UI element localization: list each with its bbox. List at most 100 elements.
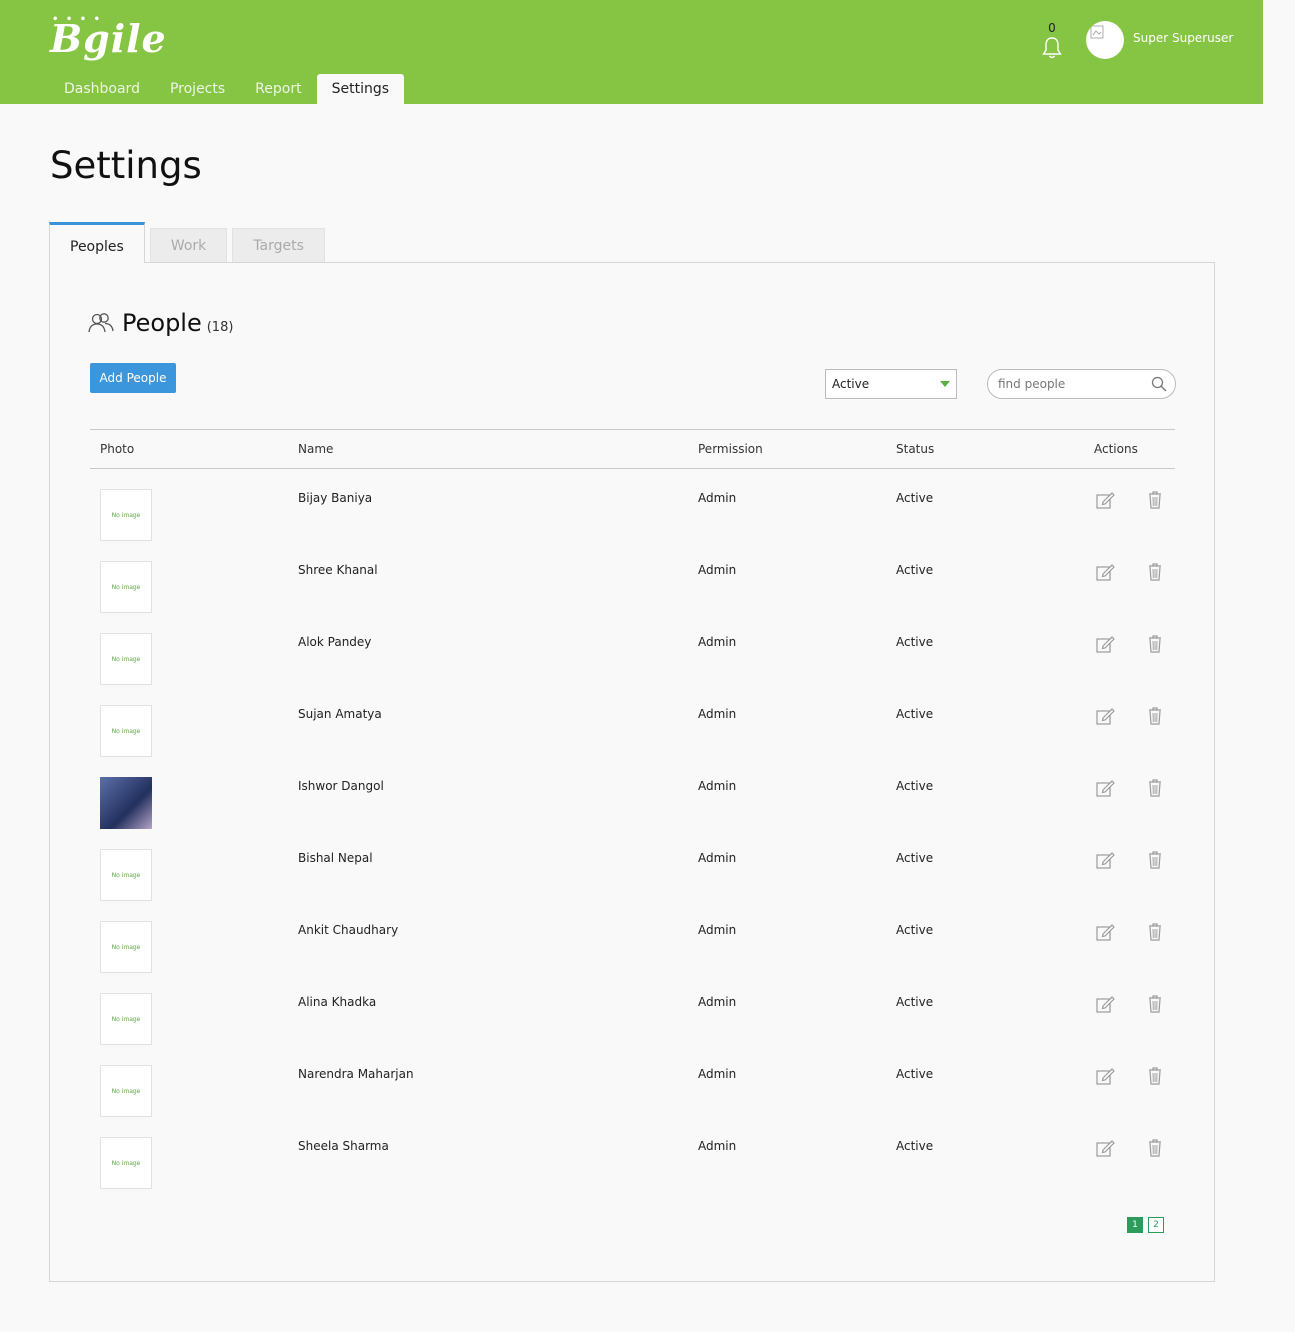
people-title: People	[122, 309, 202, 337]
person-name: Sujan Amatya	[298, 707, 382, 721]
user-photo: No image	[100, 705, 152, 757]
no-image-text: No image	[111, 943, 141, 951]
person-permission: Admin	[698, 491, 737, 505]
edit-icon[interactable]	[1094, 1065, 1116, 1087]
nav-tab-projects[interactable]: Projects	[155, 74, 240, 104]
add-people-button[interactable]: Add People	[90, 363, 176, 393]
trash-icon[interactable]	[1144, 1137, 1166, 1159]
table-row: Ishwor Dangol Admin Active	[90, 757, 1175, 829]
search-box[interactable]	[987, 369, 1176, 399]
col-photo: Photo	[100, 442, 135, 456]
search-icon[interactable]	[1151, 376, 1167, 392]
table-row: No image Ankit Chaudhary Admin Active	[90, 901, 1175, 973]
no-image-text: No image	[111, 1159, 141, 1167]
trash-icon[interactable]	[1144, 777, 1166, 799]
trash-icon[interactable]	[1144, 921, 1166, 943]
person-permission: Admin	[698, 707, 737, 721]
user-photo: No image	[100, 1137, 152, 1189]
people-panel: People (18) Add People Active Photo Name…	[49, 262, 1215, 1282]
edit-icon[interactable]	[1094, 633, 1116, 655]
no-image-text: No image	[111, 1015, 141, 1023]
person-status: Active	[896, 923, 934, 937]
edit-icon[interactable]	[1094, 777, 1116, 799]
edit-icon[interactable]	[1094, 849, 1116, 871]
edit-icon[interactable]	[1094, 705, 1116, 727]
page-1[interactable]: 1	[1127, 1217, 1143, 1233]
person-name: Ishwor Dangol	[298, 779, 384, 793]
no-image-text: No image	[111, 583, 141, 591]
tab-peoples[interactable]: Peoples	[49, 222, 145, 263]
no-image-text: No image	[111, 1087, 141, 1095]
col-name: Name	[298, 442, 334, 456]
person-name: Sheela Sharma	[298, 1139, 389, 1153]
table-row: No image Bijay Baniya Admin Active	[90, 469, 1175, 541]
person-permission: Admin	[698, 923, 737, 937]
user-photo: No image	[100, 921, 152, 973]
user-photo: No image	[100, 849, 152, 901]
user-photo: No image	[100, 993, 152, 1045]
tab-targets[interactable]: Targets	[232, 228, 325, 262]
person-name: Bijay Baniya	[298, 491, 373, 505]
table-row: No image Sujan Amatya Admin Active	[90, 685, 1175, 757]
person-status: Active	[896, 1139, 934, 1153]
col-permission: Permission	[698, 442, 763, 456]
notification-count: 0	[1048, 21, 1056, 35]
user-photo: No image	[100, 561, 152, 613]
table-row: No image Shree Khanal Admin Active	[90, 541, 1175, 613]
people-table: Photo Name Permission Status Actions No …	[90, 429, 1175, 1189]
user-photo	[100, 777, 152, 829]
person-permission: Admin	[698, 779, 737, 793]
person-status: Active	[896, 707, 934, 721]
person-name: Shree Khanal	[298, 563, 378, 577]
person-status: Active	[896, 1067, 934, 1081]
person-name: Bishal Nepal	[298, 851, 373, 865]
edit-icon[interactable]	[1094, 561, 1116, 583]
nav-tab-settings[interactable]: Settings	[316, 74, 405, 104]
col-status: Status	[896, 442, 935, 456]
trash-icon[interactable]	[1144, 1065, 1166, 1087]
person-status: Active	[896, 851, 934, 865]
person-permission: Admin	[698, 1067, 737, 1081]
user-name[interactable]: Super Superuser	[1133, 31, 1233, 45]
settings-tabs: Peoples Work Targets	[49, 222, 325, 263]
trash-icon[interactable]	[1144, 561, 1166, 583]
people-icon	[88, 313, 114, 333]
person-status: Active	[896, 491, 934, 505]
table-row: No image Narendra Maharjan Admin Active	[90, 1045, 1175, 1117]
tab-work[interactable]: Work	[149, 228, 228, 262]
broken-image-icon	[1090, 25, 1104, 39]
table-row: No image Alok Pandey Admin Active	[90, 613, 1175, 685]
search-input[interactable]	[996, 376, 1150, 392]
pagination: 1 2	[1127, 1217, 1164, 1233]
trash-icon[interactable]	[1144, 993, 1166, 1015]
person-status: Active	[896, 779, 934, 793]
edit-icon[interactable]	[1094, 921, 1116, 943]
person-permission: Admin	[698, 851, 737, 865]
page-title: Settings	[50, 144, 202, 187]
trash-icon[interactable]	[1144, 849, 1166, 871]
edit-icon[interactable]	[1094, 1137, 1116, 1159]
no-image-text: No image	[111, 511, 141, 519]
person-permission: Admin	[698, 563, 737, 577]
edit-icon[interactable]	[1094, 489, 1116, 511]
edit-icon[interactable]	[1094, 993, 1116, 1015]
user-avatar[interactable]	[1086, 21, 1124, 59]
app-logo[interactable]: • • • • Bgile	[50, 14, 167, 61]
person-permission: Admin	[698, 635, 737, 649]
nav-tab-dashboard[interactable]: Dashboard	[49, 74, 155, 104]
trash-icon[interactable]	[1144, 705, 1166, 727]
trash-icon[interactable]	[1144, 489, 1166, 511]
people-heading: People (18)	[88, 309, 233, 337]
people-count: (18)	[206, 320, 234, 335]
person-permission: Admin	[698, 995, 737, 1009]
trash-icon[interactable]	[1144, 633, 1166, 655]
nav-tab-report[interactable]: Report	[240, 74, 316, 104]
notifications[interactable]: 0	[1040, 20, 1064, 64]
person-status: Active	[896, 635, 934, 649]
status-filter-select[interactable]: Active	[825, 369, 957, 399]
table-row: No image Sheela Sharma Admin Active	[90, 1117, 1175, 1189]
page-2[interactable]: 2	[1148, 1217, 1164, 1233]
table-row: No image Alina Khadka Admin Active	[90, 973, 1175, 1045]
bell-icon	[1042, 37, 1062, 59]
top-header: • • • • Bgile Dashboard Projects Report …	[0, 0, 1263, 104]
